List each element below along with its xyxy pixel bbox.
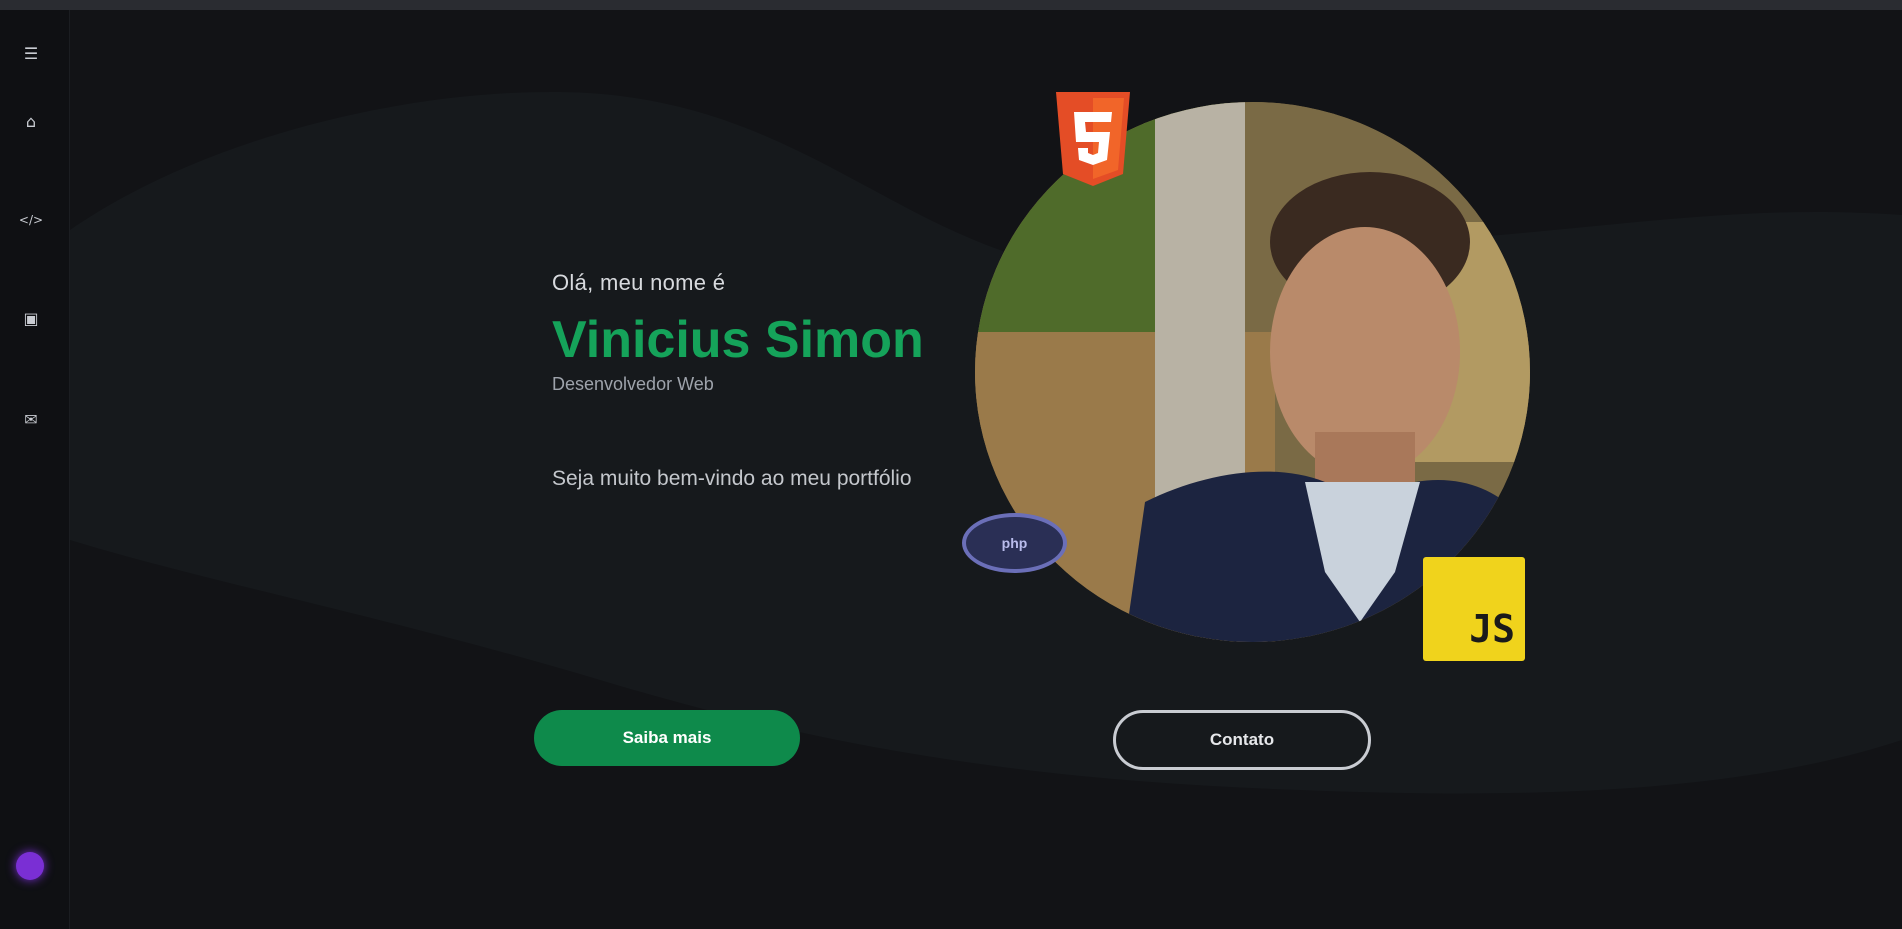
hero-name: Vinicius Simon xyxy=(552,311,924,369)
hero-tagline: Seja muito bem-vindo ao meu portfólio xyxy=(552,467,912,490)
php-badge: php xyxy=(962,513,1067,573)
javascript-icon: JS xyxy=(1423,557,1525,661)
briefcase-icon[interactable]: ▣ xyxy=(20,307,42,329)
code-icon[interactable]: </> xyxy=(19,209,43,231)
html5-icon xyxy=(1052,90,1134,188)
hero-greeting: Olá, meu nome é xyxy=(552,270,726,295)
home-icon[interactable]: ⌂ xyxy=(20,110,42,132)
mail-icon[interactable]: ✉ xyxy=(20,408,42,430)
sidebar: ☰ ⌂ </> ▣ ✉ xyxy=(0,10,70,929)
menu-icon[interactable]: ☰ xyxy=(20,42,42,64)
theme-toggle-icon[interactable] xyxy=(16,852,44,880)
contact-button[interactable]: Contato xyxy=(1113,710,1371,770)
hero-intro: Olá, meu nome é Vinicius Simon Desenvolv… xyxy=(552,270,982,491)
learn-more-button[interactable]: Saiba mais xyxy=(534,710,800,766)
hero-role: Desenvolvedor Web xyxy=(552,374,714,394)
